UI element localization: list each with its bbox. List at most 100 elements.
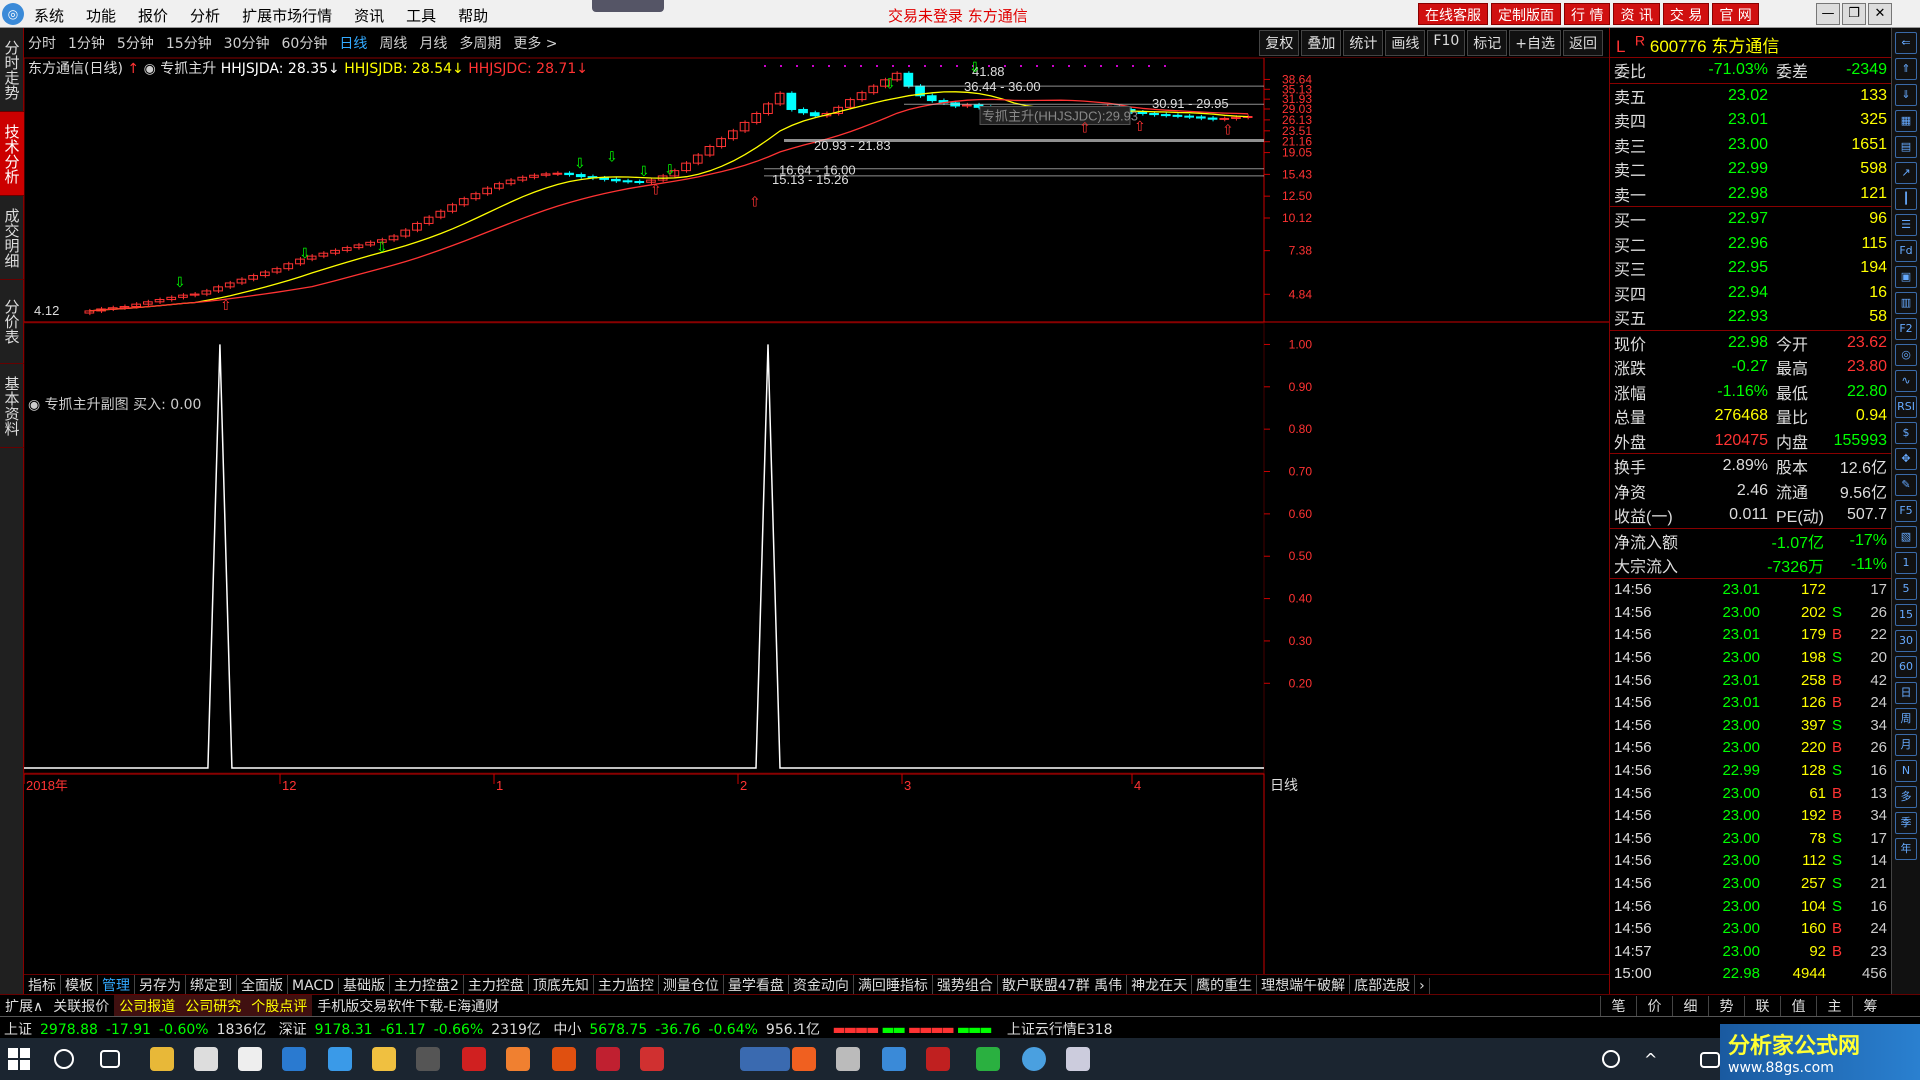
candle-body[interactable] [552, 172, 563, 175]
tick-row[interactable]: 14:56 23.00 112 S 14 [1610, 850, 1891, 873]
buy-row[interactable]: 买一 22.97 96 [1610, 207, 1891, 232]
candle-body[interactable] [271, 268, 282, 273]
multi-icon[interactable]: 多 [1895, 786, 1917, 808]
overlay-button[interactable]: 叠加 [1301, 30, 1342, 56]
app-icon[interactable] [372, 1047, 396, 1071]
candle-body[interactable] [154, 299, 165, 303]
indicator-tab[interactable]: 主力控盘 [464, 975, 529, 994]
month-icon[interactable]: 月 [1895, 734, 1917, 756]
app-icon[interactable] [926, 1047, 950, 1071]
candle-body[interactable] [798, 108, 808, 114]
season-icon[interactable]: 季 [1895, 812, 1917, 834]
tick-row[interactable]: 14:56 23.00 61 B 13 [1610, 782, 1891, 805]
draw-button[interactable]: 画线 [1385, 30, 1426, 56]
right-tab[interactable]: 值 [1780, 996, 1816, 1016]
candle-body[interactable] [704, 146, 715, 156]
candle-body[interactable] [599, 177, 609, 180]
tick-row[interactable]: 14:57 23.00 92 B 23 [1610, 940, 1891, 963]
cloud-news[interactable]: 上证云行情E318 [1003, 1017, 1117, 1038]
right-tab[interactable]: 笔 [1600, 996, 1636, 1016]
move-icon[interactable]: ✥ [1895, 448, 1917, 470]
candle-body[interactable] [763, 103, 773, 114]
period-daily[interactable]: 日线 [339, 33, 367, 53]
candle-body[interactable] [564, 172, 574, 176]
zx-label[interactable]: 中小 [549, 1017, 585, 1038]
menu-system[interactable]: 系统 [34, 5, 64, 26]
candle-body[interactable] [1207, 117, 1218, 120]
online-service-button[interactable]: 在线客服 [1418, 3, 1488, 25]
period-intraday[interactable]: 分时 [28, 33, 56, 53]
sell-row[interactable]: 卖三 23.00 1651 [1610, 133, 1891, 158]
minimize-icon[interactable]: — [1816, 3, 1840, 25]
table-icon[interactable]: ▤ [1895, 136, 1917, 158]
info-tab[interactable]: 个股点评 [246, 995, 313, 1016]
period-monthly[interactable]: 月线 [419, 33, 447, 53]
menu-tools[interactable]: 工具 [406, 5, 436, 26]
buy-row[interactable]: 买五 22.93 58 [1610, 305, 1891, 330]
f5-icon[interactable]: F5 [1895, 500, 1917, 522]
indicator-tab[interactable]: 主力控盘2 [390, 975, 464, 994]
tick-row[interactable]: 14:56 22.99 128 S 16 [1610, 759, 1891, 782]
f2-icon[interactable]: F2 [1895, 318, 1917, 340]
list-icon[interactable]: ☰ [1895, 214, 1917, 236]
day-icon[interactable]: 日 [1895, 682, 1917, 704]
stats-button[interactable]: 统计 [1343, 30, 1384, 56]
app-icon[interactable] [462, 1047, 486, 1071]
indicator-tab[interactable]: 资金动向 [789, 975, 854, 994]
indicator-tab[interactable]: 测量仓位 [659, 975, 724, 994]
buy-row[interactable]: 买二 22.96 115 [1610, 232, 1891, 257]
period-5min[interactable]: 5分钟 [117, 33, 154, 53]
indicator-tab[interactable]: 另存为 [135, 975, 186, 994]
edge-icon[interactable] [282, 1047, 306, 1071]
indicator-tab[interactable]: 绑定到 [186, 975, 237, 994]
app-icon[interactable] [416, 1047, 440, 1071]
app-icon[interactable] [1022, 1047, 1046, 1071]
n-icon[interactable]: N [1895, 760, 1917, 782]
indicator-tab[interactable]: 管理 [98, 975, 135, 994]
wave-icon[interactable]: ∿ [1895, 370, 1917, 392]
menu-extended-market[interactable]: 扩展市场行情 [242, 5, 332, 26]
period-weekly[interactable]: 周线 [379, 33, 407, 53]
tick-row[interactable]: 14:56 23.00 198 S 20 [1610, 646, 1891, 669]
indicator-tab[interactable]: 神龙在天 [1127, 975, 1193, 994]
tick-row[interactable]: 14:56 23.01 126 B 24 [1610, 691, 1891, 714]
sh-label[interactable]: 上证 [0, 1017, 36, 1038]
sell-row[interactable]: 卖四 23.01 325 [1610, 108, 1891, 133]
indicator-tab[interactable]: 底部选股 [1350, 975, 1416, 994]
add-watchlist-button[interactable]: +自选 [1509, 30, 1561, 56]
indicator-name[interactable]: 专抓主升 [160, 61, 216, 77]
period-30min[interactable]: 30分钟 [224, 33, 270, 53]
indicator-tab[interactable]: 量学看盘 [724, 975, 789, 994]
tick-row[interactable]: 14:56 23.00 192 B 34 [1610, 804, 1891, 827]
candle-body[interactable] [1137, 111, 1148, 114]
candle-body[interactable] [809, 112, 820, 117]
adjust-button[interactable]: 复权 [1259, 30, 1300, 56]
explorer-icon[interactable] [150, 1047, 174, 1071]
candle-body[interactable] [622, 180, 633, 183]
sz-label[interactable]: 深证 [275, 1017, 311, 1038]
tab-technical-analysis[interactable]: 技术分析 [0, 112, 24, 196]
ie-icon[interactable] [328, 1047, 352, 1071]
buy-row[interactable]: 买三 22.95 194 [1610, 256, 1891, 281]
info-tab[interactable]: 手机版交易软件下载-E海通财 [312, 995, 504, 1016]
tick-row[interactable]: 14:56 23.00 78 S 17 [1610, 827, 1891, 850]
website-button[interactable]: 官 网 [1712, 3, 1759, 25]
window-grip[interactable] [592, 0, 664, 12]
sell-row[interactable]: 卖五 23.02 133 [1610, 84, 1891, 109]
mail-icon[interactable] [238, 1047, 262, 1071]
zoom-icon[interactable]: ◎ [1895, 344, 1917, 366]
indicator-tab[interactable]: 理想端午破解 [1257, 975, 1351, 994]
sixty-min-icon[interactable]: 60 [1895, 656, 1917, 678]
five-min-icon[interactable]: 5 [1895, 578, 1917, 600]
indicator-tab[interactable]: 指标 [24, 975, 61, 994]
tick-row[interactable]: 14:56 23.01 179 B 22 [1610, 624, 1891, 647]
stock-name[interactable]: 东方通信 [1711, 37, 1779, 56]
period-multi[interactable]: 多周期 [459, 33, 501, 53]
period-60min[interactable]: 60分钟 [282, 33, 328, 53]
money-icon[interactable]: $ [1895, 422, 1917, 444]
person-icon[interactable] [1602, 1050, 1620, 1068]
back-arrow-icon[interactable]: ⇐ [1895, 32, 1917, 54]
tab-trade-details[interactable]: 成交明细 [0, 196, 24, 280]
tick-row[interactable]: 14:56 23.01 172 17 [1610, 579, 1891, 602]
right-tab[interactable]: 筹 [1852, 996, 1888, 1016]
